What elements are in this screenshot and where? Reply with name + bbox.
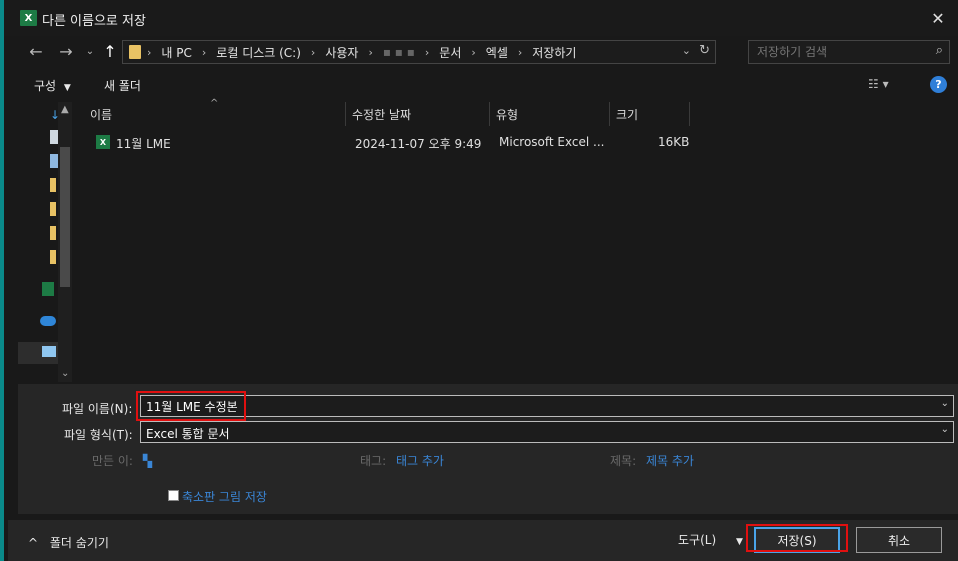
chevron-down-icon[interactable]: ⌄ (941, 424, 949, 435)
tools-label: 도구(L) (678, 533, 717, 547)
save-button-highlight-box (746, 524, 848, 552)
chevron-up-icon: ^ (28, 536, 39, 550)
breadcrumb-documents[interactable]: 문서 (439, 44, 461, 61)
organize-label: 구성 (34, 79, 57, 93)
file-type: Microsoft Excel ... (499, 135, 605, 149)
address-bar[interactable]: › 내 PC › 로컬 디스크 (C:) › 사용자 › ▪ ▪ ▪ › 문서 … (122, 40, 716, 64)
file-name: 11월 LME (116, 137, 171, 151)
thumbnail-checkbox[interactable] (168, 490, 179, 501)
document-icon[interactable] (50, 130, 58, 144)
help-icon[interactable]: ? (930, 76, 947, 93)
folder-icon[interactable] (50, 226, 56, 240)
file-modified: 2024-11-07 오후 9:49 (355, 137, 482, 151)
tags-meta: 태그: 태그 추가 (360, 452, 444, 469)
computer-icon (42, 346, 56, 357)
search-icon[interactable]: ⌕ (936, 43, 943, 58)
breadcrumb-separator-icon: › (471, 45, 476, 59)
author-meta: 만든 이: ▚ (92, 452, 152, 469)
picture-icon[interactable] (50, 154, 58, 168)
column-name-label: 이름 (90, 108, 113, 122)
refresh-icon[interactable]: ↻ (699, 43, 710, 58)
file-list: 이름 ^ 수정한 날짜 유형 크기 X 11월 LME 2024-11-07 오… (74, 98, 958, 382)
breadcrumb-this-pc[interactable]: 내 PC (161, 44, 191, 61)
breadcrumb-separator-icon: › (517, 45, 523, 59)
breadcrumb-separator-icon: › (424, 45, 430, 59)
recent-locations-chevron-icon[interactable]: ⌄ (80, 41, 100, 61)
filename-highlight-box (136, 391, 246, 421)
column-header-size[interactable]: 크기 (610, 102, 690, 126)
title-add-link[interactable]: 제목 추가 (646, 454, 694, 468)
folder-icon[interactable] (50, 178, 56, 192)
author-value-icon[interactable]: ▚ (143, 454, 152, 468)
search-box[interactable]: ⌕ (748, 40, 950, 64)
folder-icon[interactable] (50, 202, 56, 216)
breadcrumb-separator-icon: › (310, 45, 316, 59)
sort-up-icon: ^ (210, 98, 219, 109)
hide-folders-button[interactable]: ^ 폴더 숨기기 (28, 534, 109, 551)
window-title: 다른 이름으로 저장 (42, 14, 146, 29)
chevron-down-icon[interactable]: ⌄ (941, 398, 949, 409)
filename-field[interactable]: ⌄ (140, 395, 954, 417)
filename-input[interactable] (141, 396, 921, 416)
excel-icon[interactable] (42, 282, 54, 296)
save-as-dialog: X 다른 이름으로 저장 ✕ ← → ⌄ ↑ › 내 PC › 로컬 디스크 (… (0, 0, 958, 561)
tags-key: 태그: (360, 454, 387, 468)
column-header-modified[interactable]: 수정한 날짜 (346, 102, 490, 126)
scroll-down-icon[interactable]: ⌄ (61, 368, 69, 379)
file-row[interactable]: X 11월 LME 2024-11-07 오후 9:49 Microsoft E… (74, 132, 774, 154)
filename-label: 파일 이름(N): (62, 402, 133, 416)
filetype-select[interactable]: Excel 통합 문서 ⌄ (140, 421, 954, 443)
view-options-icon[interactable]: ☷ ▾ (868, 77, 889, 91)
close-icon[interactable]: ✕ (926, 6, 950, 30)
scroll-up-icon[interactable]: ▲ (61, 104, 69, 115)
breadcrumb-separator-icon: › (147, 45, 152, 59)
title-meta: 제목: 제목 추가 (610, 452, 694, 469)
thumbnail-label[interactable]: 축소판 그림 저장 (182, 488, 267, 505)
organize-menu-button[interactable]: 구성 ▼ (34, 77, 71, 94)
title-key: 제목: (610, 454, 637, 468)
file-size: 16KB (658, 135, 690, 149)
column-header-type[interactable]: 유형 (490, 102, 610, 126)
breadcrumb-save-folder[interactable]: 저장하기 (532, 44, 576, 61)
search-input[interactable] (749, 41, 919, 63)
folder-icon[interactable] (50, 250, 56, 264)
breadcrumb-hidden-user[interactable]: ▪ ▪ ▪ (383, 45, 415, 59)
breadcrumb-excel[interactable]: 엑셀 (486, 44, 508, 61)
chevron-down-icon: ▼ (735, 537, 743, 547)
breadcrumb-users[interactable]: 사용자 (325, 44, 358, 61)
navigation-bar: ← → ⌄ ↑ › 내 PC › 로컬 디스크 (C:) › 사용자 › ▪ ▪… (8, 36, 958, 68)
folder-icon (129, 45, 141, 59)
breadcrumb-local-disk[interactable]: 로컬 디스크 (C:) (216, 44, 301, 61)
cancel-button[interactable]: 취소 (856, 527, 942, 553)
tools-menu-button[interactable]: 도구(L) ▼ (678, 531, 743, 548)
filetype-value: Excel 통합 문서 (146, 427, 230, 441)
hide-folders-label: 폴더 숨기기 (49, 536, 109, 550)
up-arrow-icon[interactable]: ↑ (100, 41, 120, 61)
onedrive-icon[interactable] (40, 316, 56, 326)
breadcrumb-separator-icon: › (201, 45, 207, 59)
title-bar: X 다른 이름으로 저장 ✕ (4, 0, 958, 36)
back-arrow-icon[interactable]: ← (26, 41, 46, 61)
author-key: 만든 이: (92, 454, 133, 468)
scrollbar-thumb[interactable] (60, 147, 70, 287)
column-header-name[interactable]: 이름 ^ (84, 98, 346, 126)
filetype-label: 파일 형식(T): (64, 428, 133, 442)
tags-add-link[interactable]: 태그 추가 (396, 454, 444, 468)
navigation-pane-scrollbar[interactable]: ▲ ⌄ (58, 102, 72, 382)
address-dropdown-chevron-icon[interactable]: ⌄ (682, 44, 691, 57)
breadcrumb-separator-icon: › (368, 45, 373, 59)
forward-arrow-icon[interactable]: → (56, 41, 76, 61)
excel-file-icon: X (96, 135, 110, 149)
chevron-down-icon: ▼ (63, 83, 71, 93)
command-toolbar: 구성 ▼ 새 폴더 ☷ ▾ ? (8, 70, 958, 100)
excel-app-icon: X (20, 10, 37, 26)
new-folder-button[interactable]: 새 폴더 (104, 77, 141, 94)
